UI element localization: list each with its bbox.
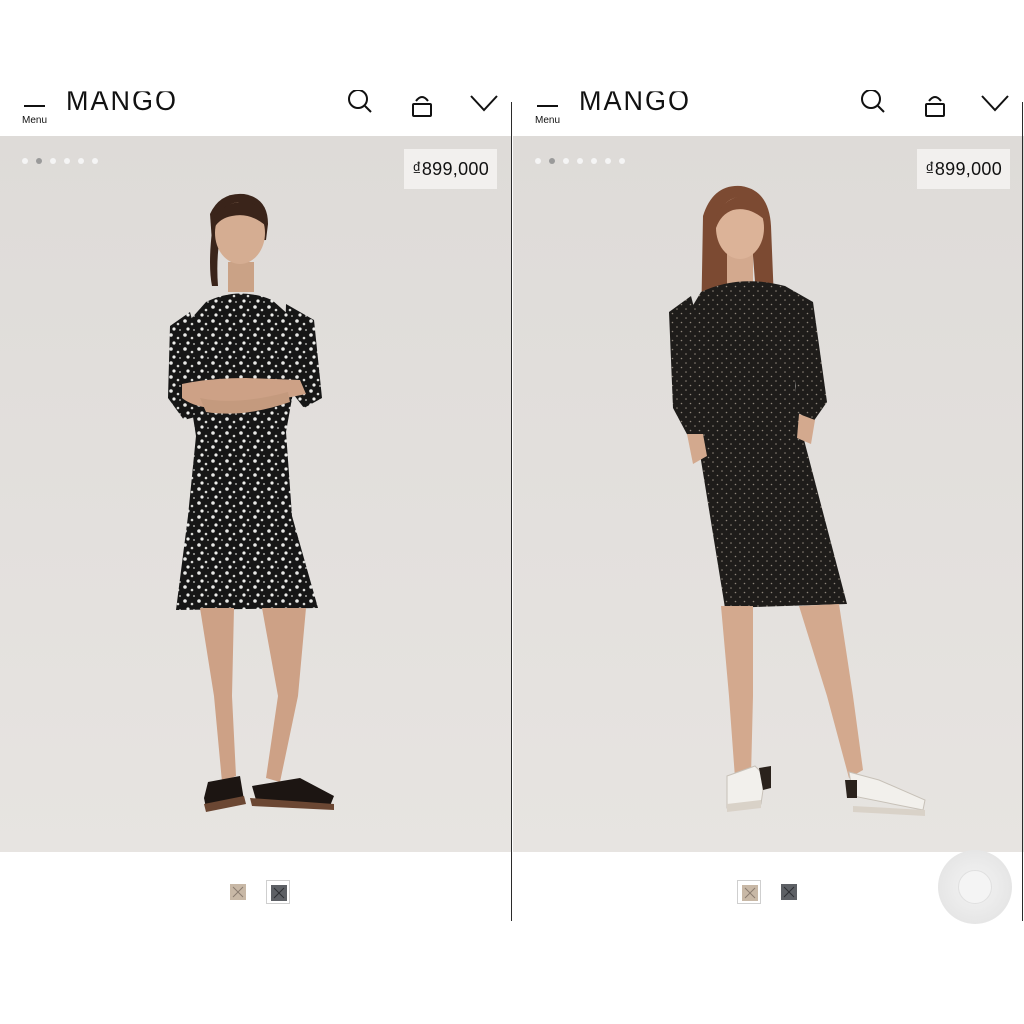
panel-divider [1022, 102, 1023, 921]
product-view-left: Menu MANGO ₫899,000 [0, 90, 511, 921]
site-header: Menu MANGO [0, 90, 511, 136]
black-swatch-icon [271, 885, 287, 901]
wishlist-heart-icon[interactable] [979, 90, 1011, 120]
product-image[interactable]: ₫899,000 [513, 136, 1024, 852]
panel-divider [511, 102, 512, 921]
bag-icon[interactable] [919, 90, 951, 120]
search-icon[interactable] [857, 90, 889, 120]
menu-label: Menu [22, 115, 48, 126]
beige-swatch-icon [230, 884, 246, 900]
bag-icon[interactable] [406, 90, 438, 120]
floating-action-button[interactable] [938, 850, 1012, 924]
black-swatch-icon [781, 884, 797, 900]
product-view-right: Menu MANGO ₫899,000 [513, 90, 1024, 921]
brand-logo[interactable]: MANGO [579, 91, 691, 118]
model-photo [669, 185, 926, 816]
color-swatch-beige-selected[interactable] [737, 880, 761, 904]
circle-button-icon [958, 870, 992, 904]
hamburger-icon [537, 105, 558, 107]
color-swatch-black-selected[interactable] [266, 880, 290, 904]
menu-button[interactable]: Menu [533, 90, 567, 130]
product-image[interactable]: ₫899,000 [0, 136, 511, 852]
search-icon[interactable] [344, 90, 376, 120]
menu-button[interactable]: Menu [20, 90, 54, 130]
color-swatch-black[interactable] [777, 880, 801, 904]
site-header: Menu MANGO [513, 90, 1024, 136]
model-photo [168, 193, 334, 812]
beige-swatch-icon [742, 885, 758, 901]
brand-logo[interactable]: MANGO [66, 91, 178, 118]
color-swatch-beige[interactable] [226, 880, 250, 904]
wishlist-heart-icon[interactable] [468, 90, 500, 120]
hamburger-icon [24, 105, 45, 107]
menu-label: Menu [535, 115, 561, 126]
